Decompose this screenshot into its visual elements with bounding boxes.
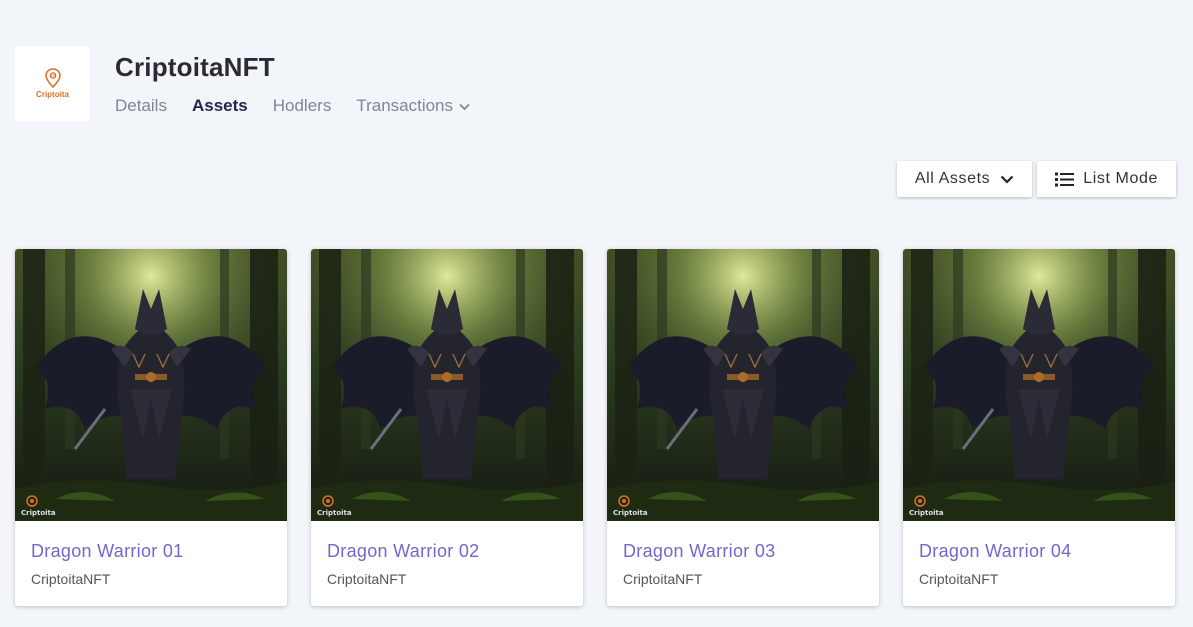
asset-image[interactable]: Criptoita [903, 249, 1175, 521]
list-mode-button[interactable]: List Mode [1037, 161, 1176, 197]
asset-collection: CriptoitaNFT [31, 571, 111, 587]
asset-image[interactable]: Criptoita [607, 249, 879, 521]
list-icon [1055, 172, 1075, 187]
logo-text: Criptoita [36, 90, 69, 99]
collection-title: CriptoitaNFT [115, 52, 275, 82]
list-mode-label: List Mode [1083, 170, 1158, 187]
watermark-text: Criptoita [21, 509, 56, 517]
watermark-text: Criptoita [317, 509, 352, 517]
asset-title[interactable]: Dragon Warrior 01 [31, 541, 271, 562]
asset-collection: CriptoitaNFT [623, 571, 703, 587]
asset-grid: Criptoita Dragon Warrior 01 CriptoitaNFT… [15, 249, 1175, 606]
tab-transactions-label: Transactions [356, 96, 454, 115]
asset-card[interactable]: Criptoita Dragon Warrior 03 CriptoitaNFT [607, 249, 879, 606]
tab-hodlers[interactable]: Hodlers [273, 96, 332, 116]
asset-image[interactable]: Criptoita [311, 249, 583, 521]
map-pin-icon: B [44, 68, 61, 88]
asset-card[interactable]: Criptoita Dragon Warrior 02 CriptoitaNFT [311, 249, 583, 606]
tab-assets[interactable]: Assets [192, 96, 248, 116]
asset-collection: CriptoitaNFT [919, 571, 999, 587]
asset-title[interactable]: Dragon Warrior 04 [919, 541, 1159, 562]
asset-card[interactable]: Criptoita Dragon Warrior 04 CriptoitaNFT [903, 249, 1175, 606]
chevron-down-icon [1000, 175, 1014, 184]
tab-transactions[interactable]: Transactions [356, 96, 470, 116]
collection-header: B Criptoita CriptoitaNFT Details Assets … [15, 46, 615, 122]
asset-card[interactable]: Criptoita Dragon Warrior 01 CriptoitaNFT [15, 249, 287, 606]
watermark-text: Criptoita [909, 509, 944, 517]
collection-logo: B Criptoita [15, 46, 90, 121]
asset-image[interactable]: Criptoita [15, 249, 287, 521]
svg-text:B: B [51, 74, 55, 80]
tab-bar: Details Assets Hodlers Transactions [115, 96, 470, 116]
tab-details[interactable]: Details [115, 96, 167, 116]
asset-title[interactable]: Dragon Warrior 02 [327, 541, 567, 562]
all-assets-label: All Assets [914, 170, 991, 187]
all-assets-dropdown[interactable]: All Assets [896, 161, 1033, 197]
asset-title[interactable]: Dragon Warrior 03 [623, 541, 863, 562]
asset-controls: All Assets List Mode [896, 161, 1176, 197]
asset-collection: CriptoitaNFT [327, 571, 407, 587]
chevron-down-icon [459, 96, 470, 116]
watermark-text: Criptoita [613, 509, 648, 517]
